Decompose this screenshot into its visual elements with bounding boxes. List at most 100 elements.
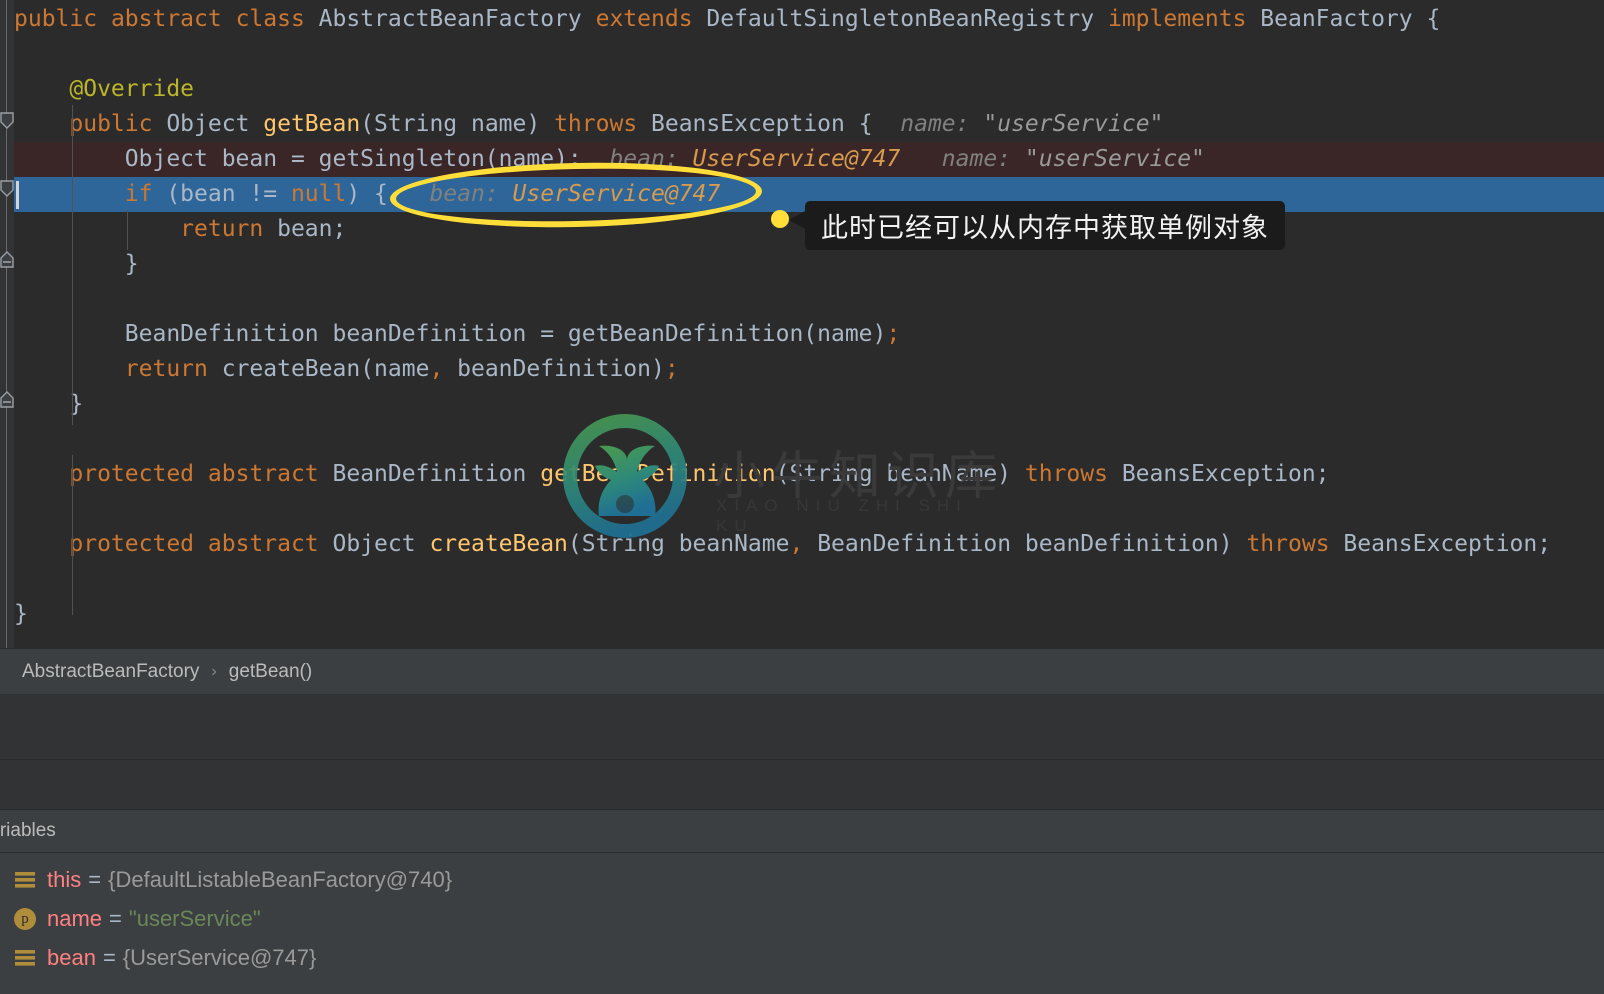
code-token: implements xyxy=(1107,6,1261,32)
breadcrumb-item-class[interactable]: AbstractBeanFactory xyxy=(22,661,199,683)
code-token: if xyxy=(124,181,167,207)
code-token: name: xyxy=(941,146,1025,172)
code-token: getBeanDefinition xyxy=(540,461,776,487)
gutter-vertical-line xyxy=(6,0,7,648)
code-token: bean: xyxy=(609,146,693,172)
variables-panel[interactable]: this = {DefaultListableBeanFactory@740} p na… xyxy=(0,853,1604,994)
code-line-text: BeanDefinition beanDefinition = getBeanD… xyxy=(14,317,900,352)
code-line[interactable]: } xyxy=(0,597,1604,632)
code-fold-collapse-icon[interactable] xyxy=(0,390,14,408)
code-token: AbstractBeanFactory xyxy=(318,6,596,32)
code-token: UserService@747 xyxy=(512,181,721,207)
code-line[interactable]: public abstract class AbstractBeanFactor… xyxy=(0,2,1604,37)
code-fold-arrow-icon[interactable] xyxy=(0,112,14,129)
code-token: return xyxy=(180,216,278,242)
code-token: null xyxy=(290,181,347,207)
code-token: BeanDefinition xyxy=(332,461,541,487)
editor-gutter[interactable] xyxy=(0,0,14,648)
variable-equals: = xyxy=(109,905,122,931)
code-line-text: Object bean = getSingleton(name); bean: … xyxy=(14,142,1205,177)
code-token: Object xyxy=(332,531,430,557)
debug-toolbar-strip-lower[interactable] xyxy=(0,760,1604,810)
code-line-text: public abstract class AbstractBeanFactor… xyxy=(14,2,1440,37)
code-line[interactable]: protected abstract Object createBean(Str… xyxy=(0,527,1604,562)
code-token: bean; xyxy=(277,216,347,242)
code-line-text: return bean; xyxy=(14,212,346,247)
code-token: BeansException { xyxy=(651,111,901,137)
code-token: throws xyxy=(1246,531,1344,557)
code-token: BeanDefinition beanDefinition = getBeanD… xyxy=(14,321,887,347)
variable-value: {DefaultListableBeanFactory@740} xyxy=(108,866,453,892)
variable-value: {UserService@747} xyxy=(122,944,317,970)
code-line[interactable]: protected abstract BeanDefinition getBea… xyxy=(0,457,1604,492)
code-line[interactable]: @Override xyxy=(0,72,1604,107)
code-token: ; xyxy=(886,321,901,347)
code-token: , xyxy=(429,356,444,382)
code-line-text: protected abstract Object createBean(Str… xyxy=(14,527,1551,562)
code-token: ; xyxy=(664,356,679,382)
variable-equals: = xyxy=(88,866,102,892)
callout-dot-icon xyxy=(771,210,789,228)
code-token: "userService" xyxy=(983,111,1164,137)
code-token: (String beanName xyxy=(567,531,790,557)
code-line[interactable]: public Object getBean(String name) throw… xyxy=(0,107,1604,142)
indent-guide xyxy=(72,105,73,425)
code-token: DefaultSingletonBeanRegistry xyxy=(706,6,1108,32)
code-token: createBean(name xyxy=(221,356,430,382)
variable-name: this xyxy=(47,866,82,892)
code-editor[interactable]: public abstract class AbstractBeanFactor… xyxy=(0,0,1604,648)
code-line[interactable]: BeanDefinition beanDefinition = getBeanD… xyxy=(0,317,1604,352)
code-lines-container[interactable]: public abstract class AbstractBeanFactor… xyxy=(0,0,1604,648)
object-reference-icon xyxy=(12,869,38,891)
variable-row[interactable]: bean = {UserService@747} xyxy=(0,938,1604,977)
variable-row[interactable]: this = {DefaultListableBeanFactory@740} xyxy=(0,860,1604,899)
indent-guide xyxy=(127,210,128,250)
code-fold-collapse-icon[interactable] xyxy=(0,250,14,268)
text-caret xyxy=(16,181,19,209)
debug-toolbar-strip-upper[interactable] xyxy=(0,694,1604,760)
code-token: , xyxy=(789,531,804,557)
code-fold-arrow-icon[interactable] xyxy=(0,180,14,197)
tab-variables[interactable]: Variables xyxy=(0,820,56,842)
code-token: abstract xyxy=(110,6,236,32)
code-line[interactable]: if (bean != null) { bean: UserService@74… xyxy=(0,177,1604,212)
variable-row[interactable]: p name = "userService" xyxy=(0,899,1604,938)
code-line-text: public Object getBean(String name) throw… xyxy=(14,107,1163,142)
code-token: @Override xyxy=(14,76,195,102)
code-token: bean: xyxy=(429,181,513,207)
code-token: Object bean = getSingleton(name); xyxy=(14,146,582,172)
object-reference-icon xyxy=(12,947,38,969)
indent-guide xyxy=(72,455,73,615)
code-line-text: if (bean != null) { bean: UserService@74… xyxy=(14,177,720,212)
code-token: (bean != xyxy=(166,181,291,207)
parameter-icon: p xyxy=(12,907,38,930)
code-line[interactable]: } xyxy=(0,387,1604,422)
code-line[interactable]: Object bean = getSingleton(name); bean: … xyxy=(0,142,1604,177)
code-token: abstract xyxy=(207,461,333,487)
code-token: "userService" xyxy=(1024,146,1205,172)
code-line[interactable]: return createBean(name, beanDefinition); xyxy=(0,352,1604,387)
code-token: beanDefinition) xyxy=(443,356,665,382)
code-token: throws xyxy=(1024,461,1122,487)
code-token: createBean xyxy=(429,531,568,557)
breadcrumb-item-method[interactable]: getBean() xyxy=(229,661,312,683)
ide-window: public abstract class AbstractBeanFactor… xyxy=(0,0,1604,994)
code-token: BeansException; xyxy=(1343,531,1552,557)
code-line-text: } xyxy=(14,597,28,632)
code-token: name: xyxy=(900,111,970,137)
code-line-text: protected abstract BeanDefinition getBea… xyxy=(14,457,1329,492)
code-token: extends xyxy=(595,6,707,32)
debug-tabs-strip[interactable]: Variables xyxy=(0,810,1604,853)
breadcrumb[interactable]: AbstractBeanFactory › getBean() xyxy=(0,648,1604,694)
code-line-text: } xyxy=(14,247,139,282)
code-token: return xyxy=(124,356,222,382)
code-line[interactable]: } xyxy=(0,247,1604,282)
